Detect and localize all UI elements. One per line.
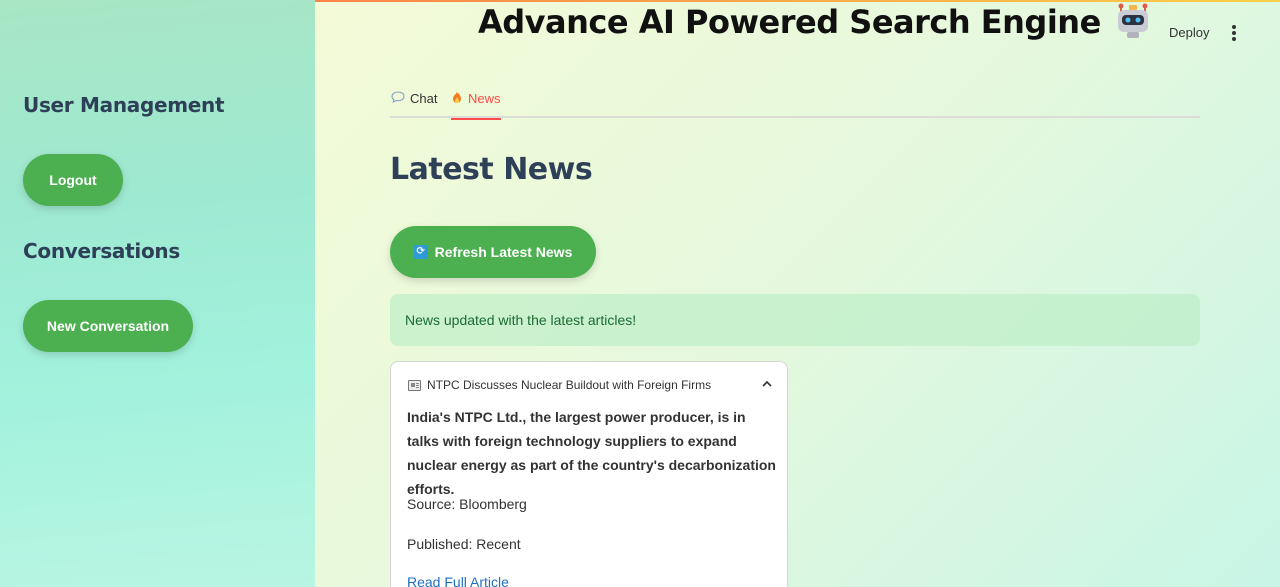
deploy-button[interactable]: Deploy (1169, 25, 1209, 40)
tab-chat-label: Chat (410, 91, 438, 106)
article-expander-header[interactable]: NTPC Discusses Nuclear Buildout with For… (408, 376, 772, 394)
tab-chat[interactable]: Chat (391, 86, 437, 118)
article-source: Source: Bloomberg (407, 496, 527, 512)
app-title: Advance AI Powered Search Engine (478, 0, 1153, 44)
new-conversation-button[interactable]: New Conversation (23, 300, 193, 352)
article-title: NTPC Discusses Nuclear Buildout with For… (427, 378, 712, 392)
refresh-news-button[interactable]: ⟳ Refresh Latest News (390, 226, 596, 278)
refresh-icon: ⟳ (413, 245, 428, 259)
article-summary: India's NTPC Ltd., the largest power pro… (407, 409, 776, 497)
logout-button[interactable]: Logout (23, 154, 123, 206)
tab-news[interactable]: News (451, 86, 501, 120)
chevron-up-icon[interactable] (762, 376, 772, 390)
conversations-heading: Conversations (23, 239, 180, 263)
user-management-heading: User Management (23, 93, 225, 117)
tab-news-label: News (468, 91, 501, 106)
read-full-article-link[interactable]: Read Full Article (407, 574, 509, 587)
speech-bubble-icon (391, 91, 405, 106)
refresh-news-label: Refresh Latest News (434, 244, 573, 260)
article-published: Published: Recent (407, 536, 521, 552)
kebab-menu-icon[interactable] (1227, 23, 1241, 43)
app-title-text: Advance AI Powered Search Engine (478, 3, 1101, 41)
page-title: Latest News (390, 152, 593, 187)
success-alert: News updated with the latest articles! (390, 294, 1200, 346)
newspaper-icon (408, 379, 421, 391)
fire-icon (451, 91, 463, 107)
tab-bar: Chat News (390, 86, 1200, 120)
sidebar: User Management Logout Conversations New… (0, 0, 315, 587)
robot-icon (1113, 2, 1153, 42)
news-article-card: NTPC Discusses Nuclear Buildout with For… (390, 361, 788, 587)
